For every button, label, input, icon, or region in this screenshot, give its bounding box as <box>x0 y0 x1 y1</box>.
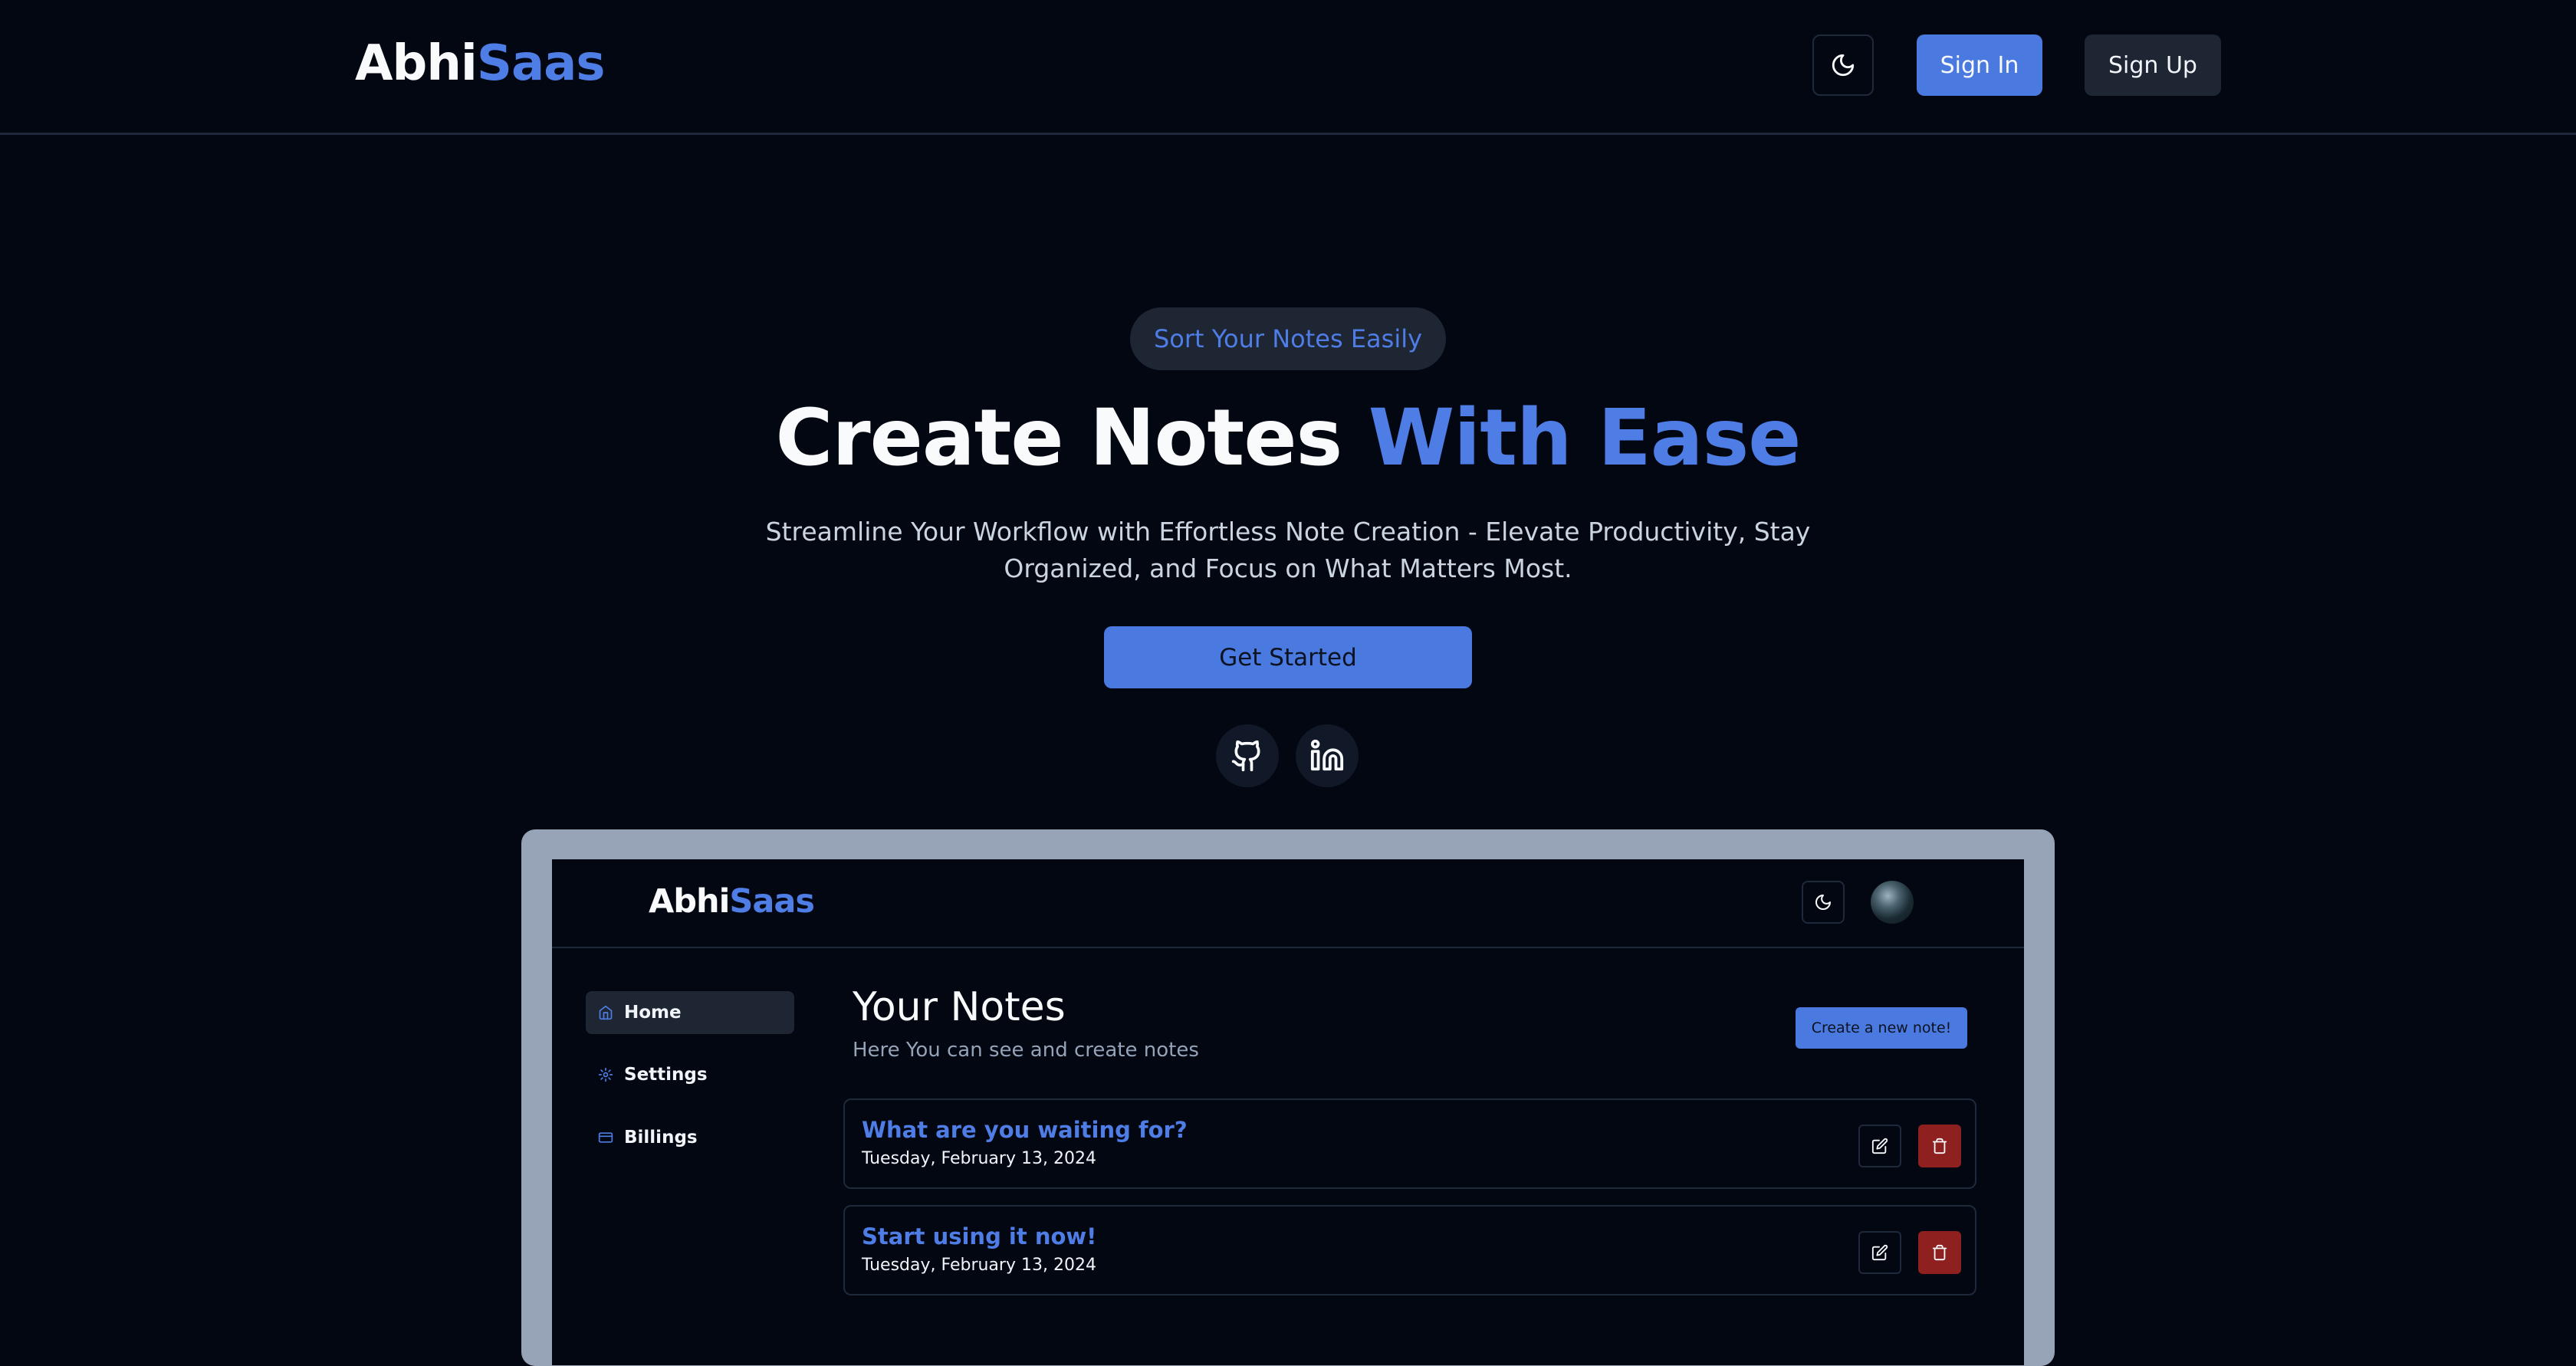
theme-toggle-button[interactable] <box>1812 34 1874 96</box>
preview-brand-accent: Saas <box>729 882 815 921</box>
page-title: Your Notes <box>853 984 1066 1030</box>
brand-logo[interactable]: AbhiSaas <box>355 35 606 92</box>
hero-badge: Sort Your Notes Easily <box>1130 307 1446 370</box>
brand-name-main: Abhi <box>355 35 478 92</box>
sidebar-item-home[interactable]: Home <box>586 991 794 1034</box>
moon-icon <box>1832 54 1855 77</box>
sidebar-item-label: Settings <box>624 1065 708 1085</box>
sidebar-item-label: Home <box>624 1003 682 1023</box>
edit-icon <box>1871 1138 1888 1154</box>
top-navbar: AbhiSaas Sign In Sign Up <box>0 0 2576 135</box>
sign-up-button[interactable]: Sign Up <box>2085 34 2221 96</box>
create-note-button[interactable]: Create a new note! <box>1796 1007 1967 1049</box>
sign-in-button[interactable]: Sign In <box>1917 34 2042 96</box>
gear-icon <box>598 1067 613 1082</box>
github-icon <box>1231 740 1260 772</box>
sidebar-item-settings[interactable]: Settings <box>586 1053 794 1096</box>
github-link[interactable] <box>1216 724 1279 787</box>
delete-note-button[interactable] <box>1918 1125 1961 1167</box>
hero-title-accent: With Ease <box>1368 392 1802 484</box>
get-started-button[interactable]: Get Started <box>1104 626 1472 688</box>
preview-theme-toggle[interactable] <box>1802 881 1845 924</box>
preview-brand-main: Abhi <box>649 882 730 921</box>
credit-card-icon <box>598 1130 613 1145</box>
note-title[interactable]: What are you waiting for? <box>862 1117 1188 1143</box>
linkedin-link[interactable] <box>1296 724 1359 787</box>
note-title[interactable]: Start using it now! <box>862 1223 1096 1249</box>
note-date: Tuesday, February 13, 2024 <box>862 1256 1096 1275</box>
hero-title: Create Notes With Ease <box>0 392 2576 484</box>
avatar[interactable] <box>1871 881 1914 924</box>
trash-icon <box>1932 1138 1947 1154</box>
brand-name-accent: Saas <box>476 35 606 92</box>
edit-icon <box>1871 1244 1888 1261</box>
note-date: Tuesday, February 13, 2024 <box>862 1149 1096 1168</box>
sidebar-item-billings[interactable]: Billings <box>586 1116 794 1159</box>
hero-subtitle: Streamline Your Workflow with Effortless… <box>765 517 1811 583</box>
note-card[interactable]: Start using it now! Tuesday, February 13… <box>843 1205 1976 1295</box>
preview-navbar: AbhiSaas <box>552 859 2024 948</box>
delete-note-button[interactable] <box>1918 1231 1961 1274</box>
page-subtitle: Here You can see and create notes <box>853 1039 1199 1062</box>
trash-icon <box>1932 1244 1947 1261</box>
hero-title-main: Create Notes <box>775 392 1368 484</box>
sidebar-item-label: Billings <box>624 1128 698 1148</box>
preview-brand-logo: AbhiSaas <box>649 882 815 921</box>
home-icon <box>598 1005 613 1020</box>
moon-icon <box>1815 895 1831 910</box>
edit-note-button[interactable] <box>1858 1125 1901 1167</box>
app-preview: AbhiSaas Home Settings Billings Your Not… <box>552 859 2024 1365</box>
edit-note-button[interactable] <box>1858 1231 1901 1274</box>
linkedin-icon <box>1310 739 1344 771</box>
note-card[interactable]: What are you waiting for? Tuesday, Febru… <box>843 1098 1976 1189</box>
